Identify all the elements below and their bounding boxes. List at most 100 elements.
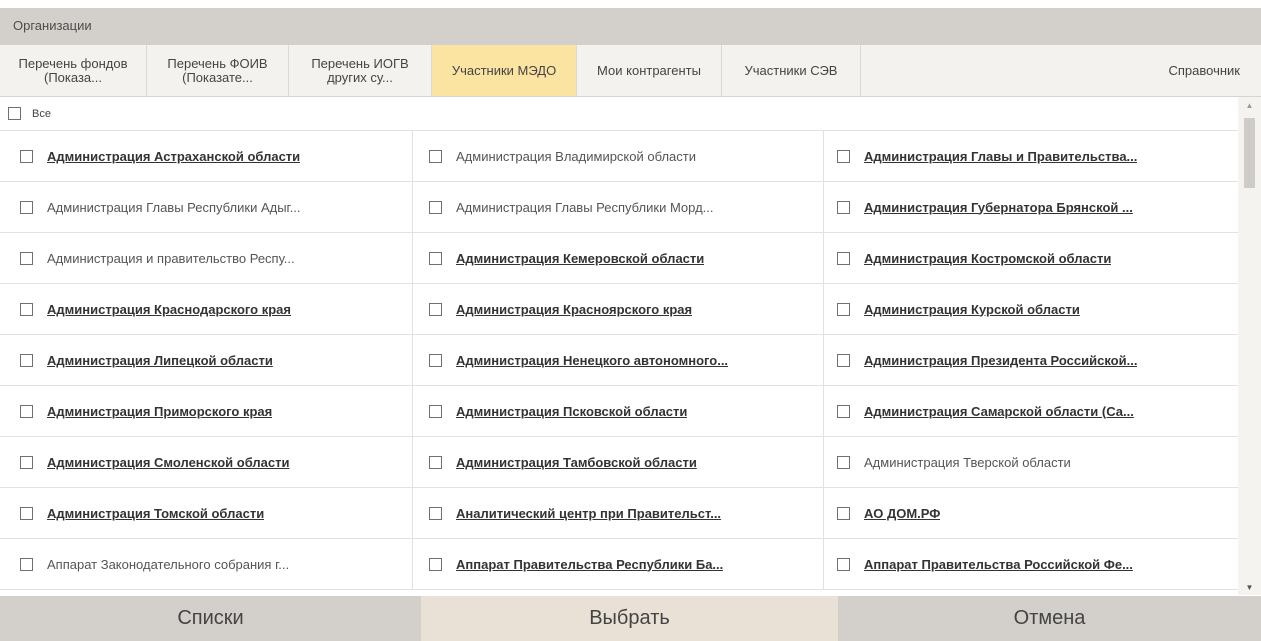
tab-my-contractors[interactable]: Мои контрагенты <box>577 45 722 96</box>
organization-label[interactable]: Администрация Главы и Правительства... <box>864 149 1137 164</box>
organization-item[interactable]: Администрация Красноярского края <box>413 284 824 335</box>
organization-item[interactable]: Администрация Самарской области (Са... <box>824 386 1238 437</box>
organization-checkbox[interactable] <box>20 149 33 163</box>
cancel-button[interactable]: Отмена <box>838 596 1261 641</box>
organization-item[interactable]: Администрация Томской области <box>0 488 413 539</box>
tab-funds-list[interactable]: Перечень фондов (Показа... <box>0 45 147 96</box>
organization-item[interactable]: Администрация Астраханской области <box>0 131 413 182</box>
organization-label[interactable]: Администрация Липецкой области <box>47 353 273 368</box>
organization-checkbox[interactable] <box>429 149 442 163</box>
select-button[interactable]: Выбрать <box>421 596 838 641</box>
scroll-down-arrow-icon[interactable]: ▼ <box>1238 579 1261 595</box>
organization-label[interactable]: Администрация Курской области <box>864 302 1080 317</box>
organization-checkbox[interactable] <box>20 302 33 316</box>
tab-bar: Перечень фондов (Показа... Перечень ФОИВ… <box>0 45 1261 97</box>
organization-label[interactable]: Администрация Кемеровской области <box>456 251 704 266</box>
select-all-row[interactable]: Все <box>0 97 1238 131</box>
organization-label[interactable]: Администрация Ненецкого автономного... <box>456 353 728 368</box>
tab-sev-participants[interactable]: Участники СЭВ <box>722 45 861 96</box>
organization-checkbox[interactable] <box>837 149 850 163</box>
organization-checkbox[interactable] <box>429 302 442 316</box>
organization-label[interactable]: Аналитический центр при Правительст... <box>456 506 721 521</box>
organization-item[interactable]: Администрация Губернатора Брянской ... <box>824 182 1238 233</box>
organization-label: Администрация Тверской области <box>864 454 1071 470</box>
organization-label[interactable]: Администрация Псковской области <box>456 404 687 419</box>
vertical-scrollbar[interactable]: ▲ ▼ <box>1238 97 1261 595</box>
select-all-checkbox[interactable] <box>8 107 21 120</box>
organization-item[interactable]: Аппарат Правительства Республики Ба... <box>413 539 824 590</box>
organization-label[interactable]: Администрация Томской области <box>47 506 264 521</box>
organization-checkbox[interactable] <box>429 251 442 265</box>
organization-label[interactable]: Администрация Костромской области <box>864 251 1111 266</box>
organization-label[interactable]: АО ДОМ.РФ <box>864 506 940 521</box>
organization-checkbox[interactable] <box>837 302 850 316</box>
organization-checkbox[interactable] <box>20 506 33 520</box>
organization-item[interactable]: Аппарат Законодательного собрания г... <box>0 539 413 590</box>
organization-label[interactable]: Администрация Смоленской области <box>47 455 290 470</box>
organization-checkbox[interactable] <box>837 251 850 265</box>
organization-label[interactable]: Администрация Краснодарского края <box>47 302 291 317</box>
organization-checkbox[interactable] <box>837 506 850 520</box>
organization-item[interactable]: Администрация Смоленской области <box>0 437 413 488</box>
organization-label[interactable]: Администрация Самарской области (Са... <box>864 404 1134 419</box>
organization-item[interactable]: Администрация Курской области <box>824 284 1238 335</box>
organization-item[interactable]: Администрация Липецкой области <box>0 335 413 386</box>
organization-checkbox[interactable] <box>20 353 33 367</box>
organization-item[interactable]: Администрация Владимирской области <box>413 131 824 182</box>
organization-item[interactable]: Администрация Тамбовской области <box>413 437 824 488</box>
organization-item[interactable]: Администрация Костромской области <box>824 233 1238 284</box>
organization-checkbox[interactable] <box>20 251 33 265</box>
organization-item[interactable]: Администрация Главы и Правительства... <box>824 131 1238 182</box>
organization-item[interactable]: Администрация Псковской области <box>413 386 824 437</box>
organization-label[interactable]: Администрация Губернатора Брянской ... <box>864 200 1133 215</box>
organization-item[interactable]: АО ДОМ.РФ <box>824 488 1238 539</box>
organization-label[interactable]: Администрация Приморского края <box>47 404 272 419</box>
organization-label: Аппарат Законодательного собрания г... <box>47 556 290 572</box>
organization-checkbox[interactable] <box>837 404 850 418</box>
organization-label[interactable]: Администрация Астраханской области <box>47 149 300 164</box>
footer-buttons: Списки Выбрать Отмена <box>0 596 1261 641</box>
tab-iogv-list[interactable]: Перечень ИОГВ других су... <box>289 45 432 96</box>
organization-item[interactable]: Аппарат Правительства Российской Фе... <box>824 539 1238 590</box>
organization-label[interactable]: Администрация Тамбовской области <box>456 455 697 470</box>
organization-checkbox[interactable] <box>20 557 33 571</box>
organization-item[interactable]: Администрация Ненецкого автономного... <box>413 335 824 386</box>
organization-checkbox[interactable] <box>837 353 850 367</box>
organization-checkbox[interactable] <box>429 404 442 418</box>
organization-checkbox[interactable] <box>837 557 850 571</box>
organization-checkbox[interactable] <box>429 455 442 469</box>
scroll-thumb[interactable] <box>1244 118 1255 188</box>
organization-label[interactable]: Аппарат Правительства Российской Фе... <box>864 557 1133 572</box>
organizations-grid: Администрация Астраханской области Админи… <box>0 131 1238 590</box>
organization-label[interactable]: Администрация Президента Российской... <box>864 353 1137 368</box>
organization-item[interactable]: Администрация Главы Республики Адыг... <box>0 182 413 233</box>
scroll-up-arrow-icon[interactable]: ▲ <box>1238 97 1261 113</box>
organization-item[interactable]: Администрация и правительство Респу... <box>0 233 413 284</box>
organization-item[interactable]: Администрация Президента Российской... <box>824 335 1238 386</box>
select-all-label: Все <box>32 107 51 120</box>
organization-checkbox[interactable] <box>20 200 33 214</box>
organization-item[interactable]: Администрация Кемеровской области <box>413 233 824 284</box>
organization-checkbox[interactable] <box>837 200 850 214</box>
organization-checkbox[interactable] <box>837 455 850 469</box>
organization-item[interactable]: Администрация Приморского края <box>0 386 413 437</box>
tab-directory[interactable]: Справочник <box>861 45 1261 96</box>
organization-label[interactable]: Администрация Красноярского края <box>456 302 692 317</box>
organization-item[interactable]: Аналитический центр при Правительст... <box>413 488 824 539</box>
organization-item[interactable]: Администрация Тверской области <box>824 437 1238 488</box>
organization-checkbox[interactable] <box>20 455 33 469</box>
organization-label: Администрация и правительство Респу... <box>47 250 295 266</box>
organization-label: Администрация Главы Республики Морд... <box>456 199 714 215</box>
lists-button[interactable]: Списки <box>0 596 421 641</box>
tab-foiv-list[interactable]: Перечень ФОИВ (Показате... <box>147 45 289 96</box>
organization-label: Администрация Главы Республики Адыг... <box>47 199 301 215</box>
tab-medo-participants[interactable]: Участники МЭДО <box>432 45 577 96</box>
organization-item[interactable]: Администрация Краснодарского края <box>0 284 413 335</box>
organization-label[interactable]: Аппарат Правительства Республики Ба... <box>456 557 723 572</box>
organization-checkbox[interactable] <box>429 353 442 367</box>
organization-checkbox[interactable] <box>20 404 33 418</box>
organization-checkbox[interactable] <box>429 506 442 520</box>
organization-checkbox[interactable] <box>429 557 442 571</box>
organization-checkbox[interactable] <box>429 200 442 214</box>
organization-item[interactable]: Администрация Главы Республики Морд... <box>413 182 824 233</box>
